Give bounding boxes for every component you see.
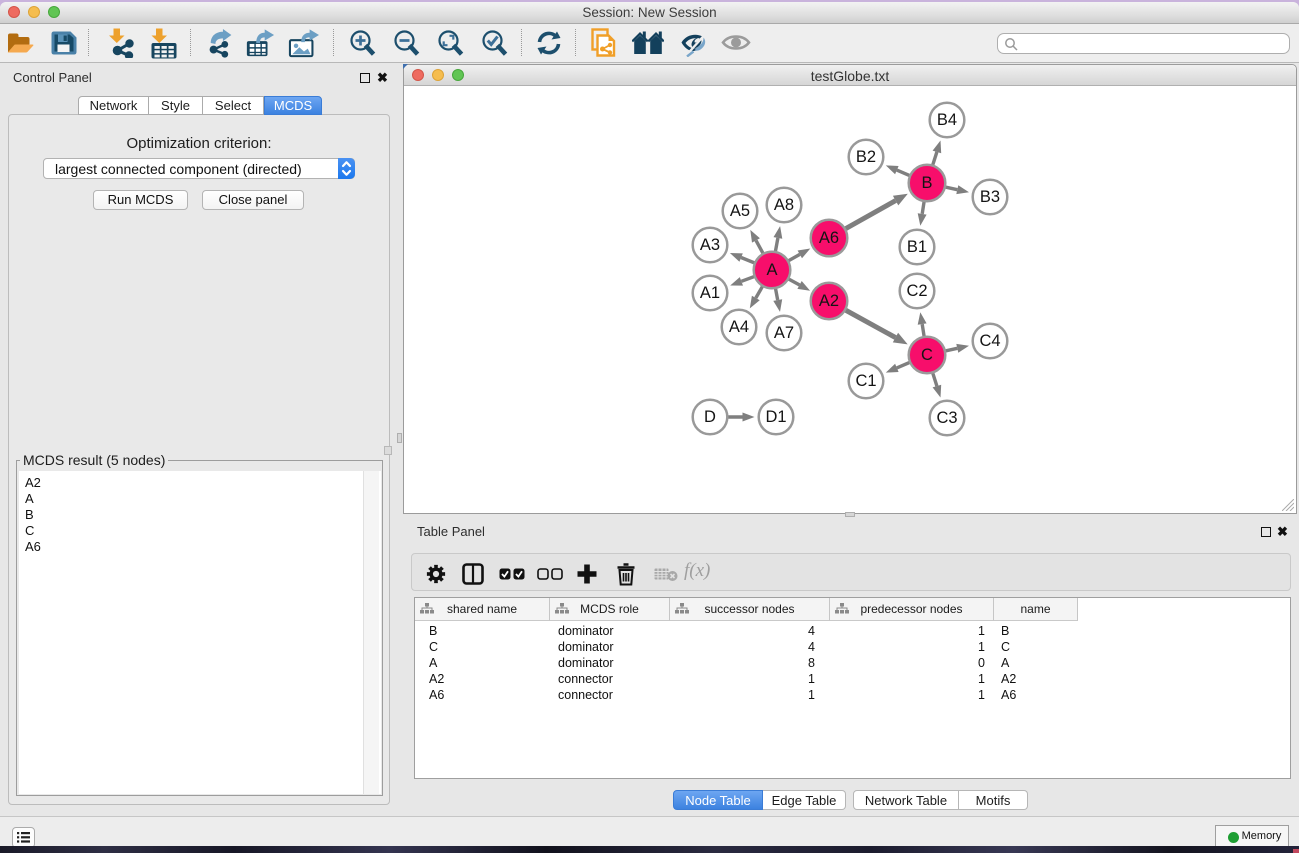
svg-text:A2: A2 (819, 292, 839, 310)
svg-text:A4: A4 (729, 318, 749, 336)
svg-text:D: D (704, 408, 716, 426)
svg-text:C2: C2 (906, 282, 927, 300)
svg-text:B1: B1 (907, 238, 927, 256)
svg-text:A7: A7 (774, 324, 794, 342)
svg-text:C1: C1 (855, 372, 876, 390)
svg-text:C: C (921, 346, 933, 364)
svg-text:B: B (921, 174, 932, 192)
svg-text:A1: A1 (700, 284, 720, 302)
svg-text:D1: D1 (765, 408, 786, 426)
svg-text:A: A (766, 261, 777, 279)
svg-text:B2: B2 (856, 148, 876, 166)
svg-text:C3: C3 (936, 409, 957, 427)
svg-text:B4: B4 (937, 111, 957, 129)
svg-text:A8: A8 (774, 196, 794, 214)
svg-text:A5: A5 (730, 202, 750, 220)
svg-text:A3: A3 (700, 236, 720, 254)
svg-text:A6: A6 (819, 229, 839, 247)
svg-text:B3: B3 (980, 188, 1000, 206)
svg-text:C4: C4 (979, 332, 1000, 350)
